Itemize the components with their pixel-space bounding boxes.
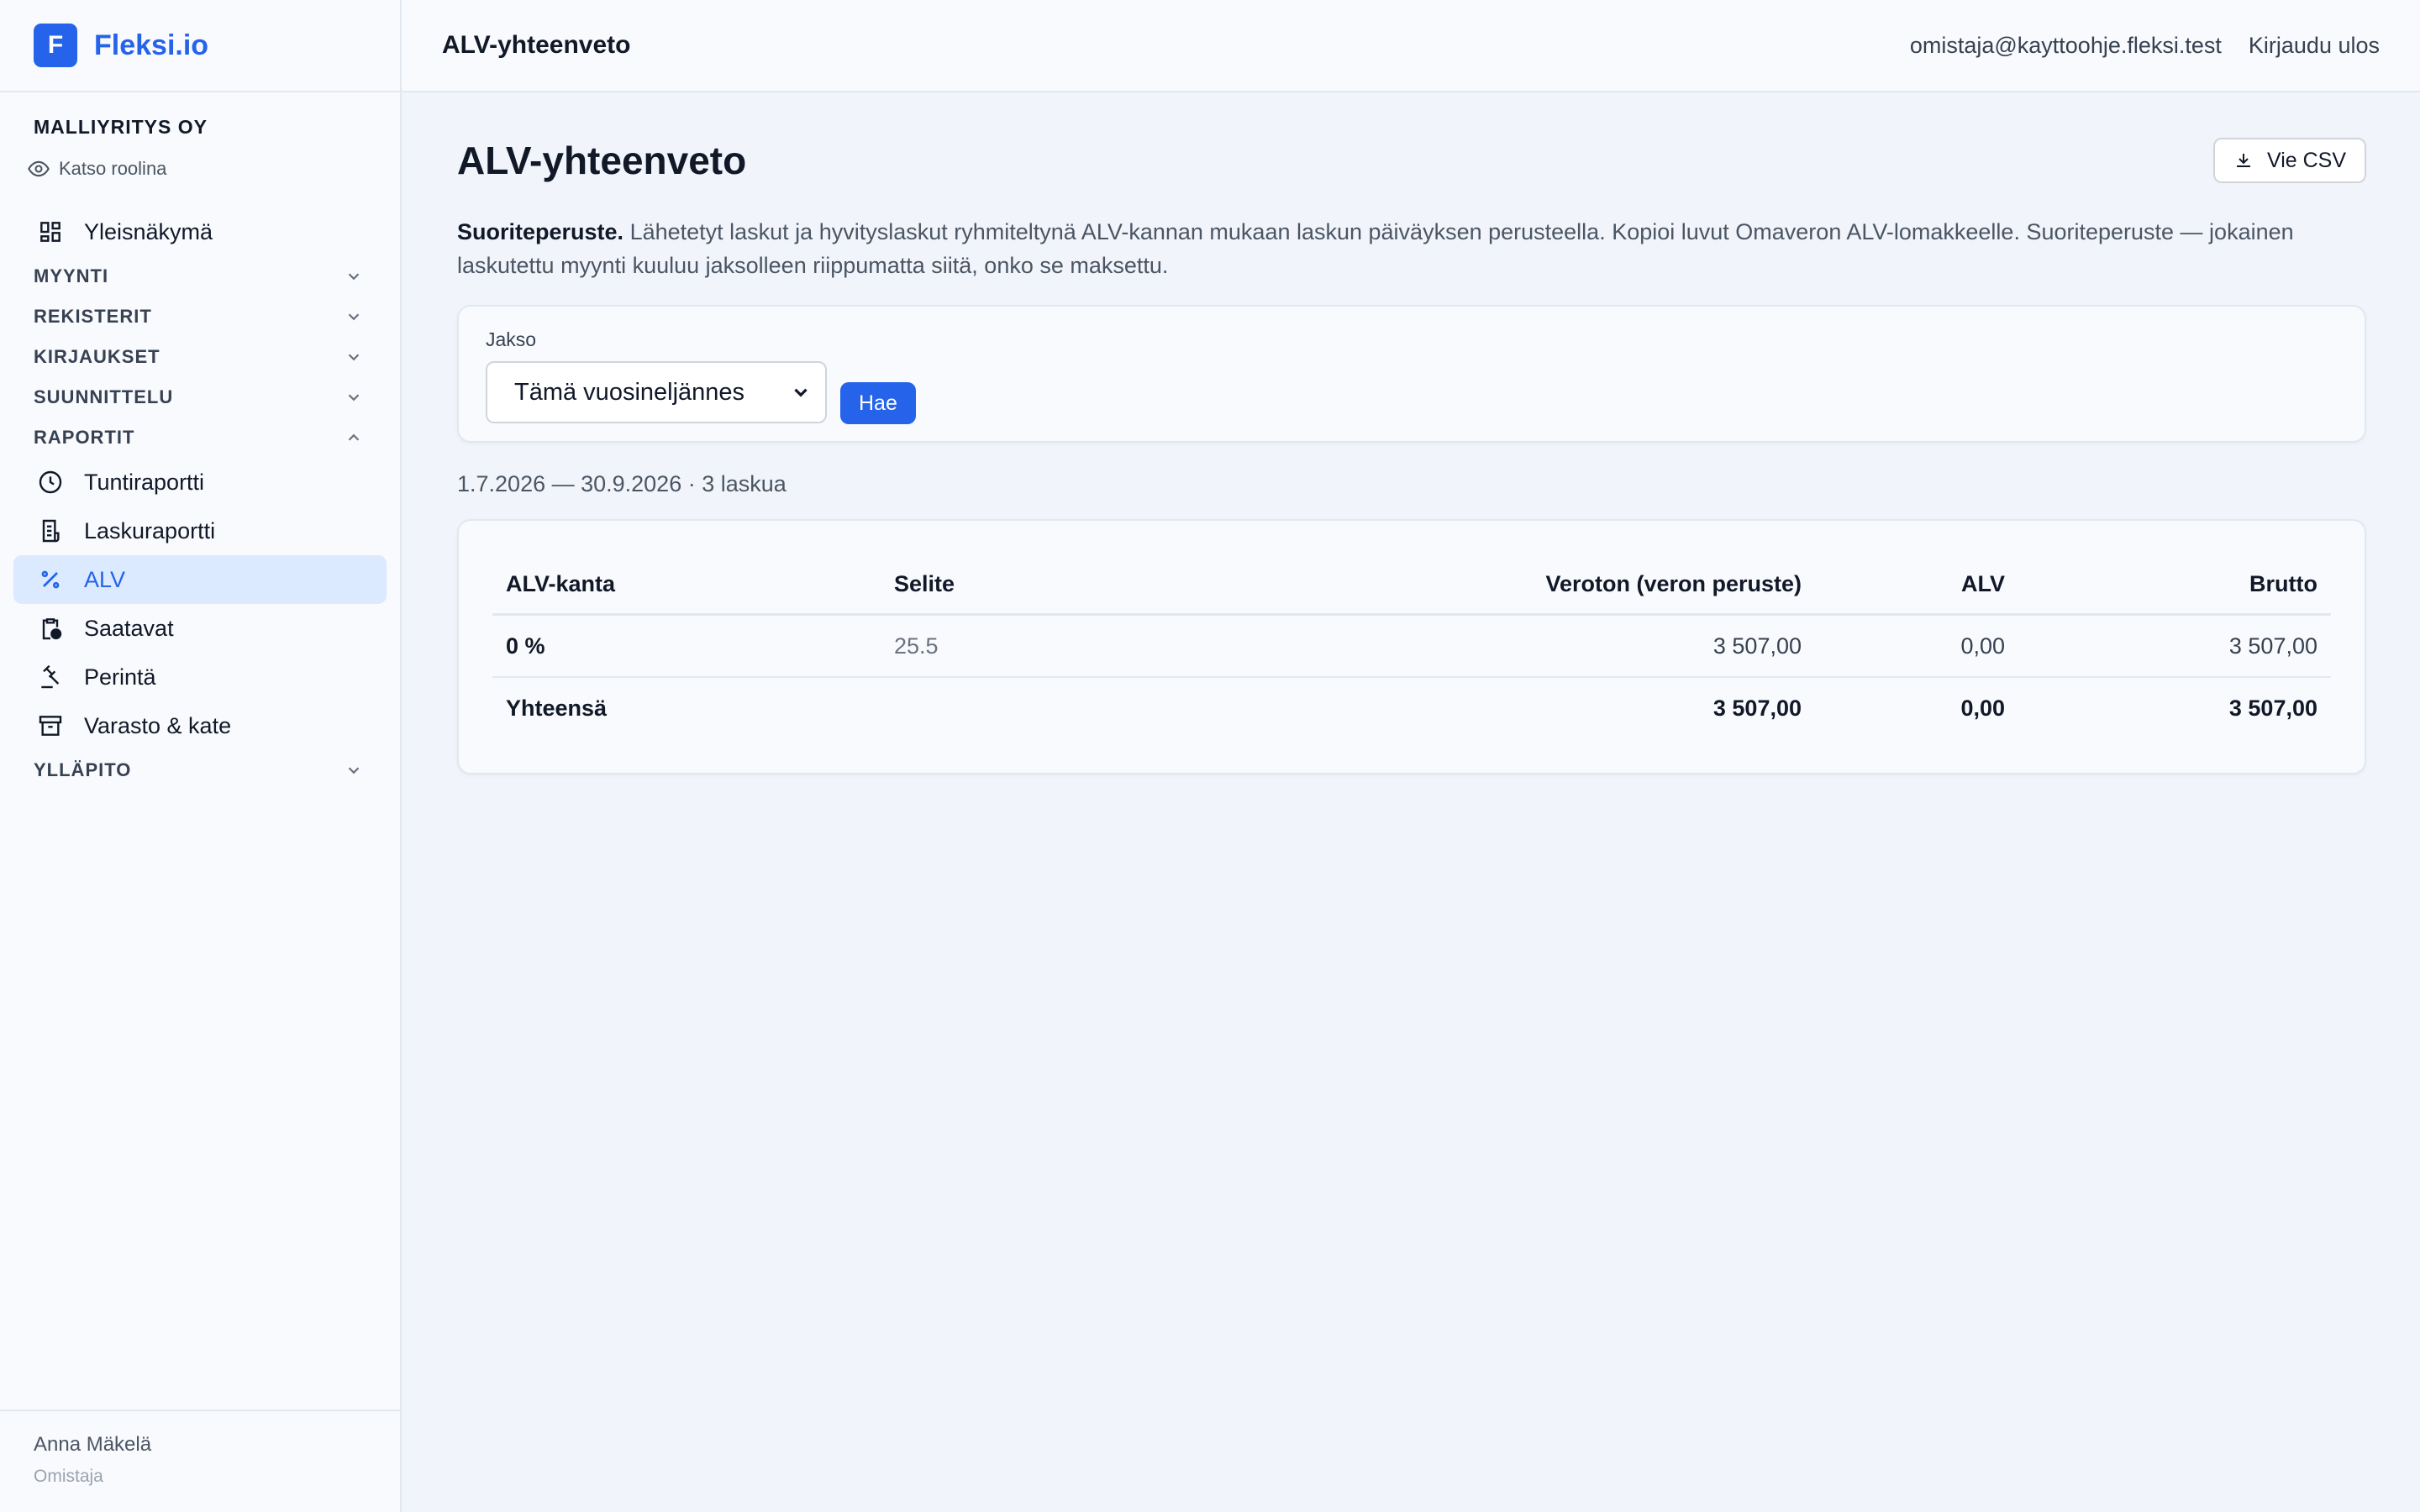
company-section: MALLIYRITYS OY Katso roolina xyxy=(0,92,400,181)
user-role: Omistaja xyxy=(34,1467,103,1486)
sidebar: F Fleksi.io MALLIYRITYS OY Katso roolina… xyxy=(0,0,402,1512)
brand-name: Fleksi.io xyxy=(94,29,209,61)
nav-group-reports[interactable]: RAPORTIT xyxy=(13,417,387,458)
nav-group-entries[interactable]: KIRJAUKSET xyxy=(13,337,387,377)
top-bar: ALV-yhteenveto omistaja@kayttoohje.fleks… xyxy=(402,0,2420,92)
page-header: ALV-yhteenveto Vie CSV xyxy=(457,138,2366,183)
sidebar-item-label: Saatavat xyxy=(84,615,174,641)
sidebar-item-label: ALV xyxy=(84,566,126,592)
chevron-down-icon xyxy=(794,388,808,397)
clock-icon xyxy=(39,470,62,494)
total-vat: 0,00 xyxy=(1960,695,2005,721)
table-header-row: ALV-kanta Selite Veroton (veron peruste)… xyxy=(492,554,2331,616)
sidebar-item-receivables[interactable]: Saatavat xyxy=(13,604,387,653)
dashboard-icon xyxy=(40,222,60,242)
nav-group-sales[interactable]: MYYNTI xyxy=(13,256,387,297)
user-panel: Anna Mäkelä Omistaja xyxy=(0,1410,400,1512)
column-header-description: Selite xyxy=(881,554,1102,616)
nav-group-label: KIRJAUKSET xyxy=(34,346,160,367)
sidebar-item-hour-report[interactable]: Tuntiraportti xyxy=(13,458,387,507)
column-header-vat: ALV xyxy=(1815,554,2018,616)
export-csv-button[interactable]: Vie CSV xyxy=(2212,138,2366,183)
cell-gross: 3 507,00 xyxy=(2018,614,2331,678)
period-select[interactable]: Tämä vuosineljännes xyxy=(486,361,827,423)
column-header-net: Veroton (veron peruste) xyxy=(1101,554,1815,616)
page-title: ALV-yhteenveto xyxy=(457,139,747,182)
filter-card: Jakso Tämä vuosineljännes Hae xyxy=(457,305,2366,443)
top-bar-account: omistaja@kayttoohje.fleksi.test Kirjaudu… xyxy=(1910,33,2380,59)
sidebar-item-label: Laskuraportti xyxy=(84,517,216,543)
nav-group-label: SUUNNITTELU xyxy=(34,386,174,407)
total-gross: 3 507,00 xyxy=(2228,695,2317,721)
sidebar-nav: Yleisnäkymä MYYNTI REKISTERIT KIRJAUKSET… xyxy=(0,207,400,790)
column-header-rate: ALV-kanta xyxy=(492,554,881,616)
chevron-down-icon xyxy=(348,273,360,281)
page-description: Suoriteperuste. Lähetetyt laskut ja hyvi… xyxy=(457,215,2366,282)
chevron-up-icon xyxy=(348,433,360,441)
brand-logo: F xyxy=(34,24,77,67)
period-summary: 1.7.2026 — 30.9.2026 · 3 laskua xyxy=(457,471,786,496)
view-as-role-link[interactable]: Katso roolina xyxy=(27,157,366,181)
column-header-gross: Brutto xyxy=(2018,554,2331,616)
nav-group-label: YLLÄPITO xyxy=(34,759,132,780)
vat-table-card: ALV-kanta Selite Veroton (veron peruste)… xyxy=(457,519,2366,774)
vat-summary-table: ALV-kanta Selite Veroton (veron peruste)… xyxy=(492,554,2331,738)
filter-row: Tämä vuosineljännes Hae xyxy=(486,361,2338,424)
export-csv-label: Vie CSV xyxy=(2266,148,2346,172)
table-total-row: Yhteensä 3 507,00 0,00 3 507,00 xyxy=(492,677,2331,738)
chevron-down-icon xyxy=(348,313,360,321)
cell-description: 25.5 xyxy=(881,614,1102,678)
fetch-button[interactable]: Hae xyxy=(840,382,916,424)
sidebar-item-inventory[interactable]: Varasto & kate xyxy=(13,701,387,750)
receipt-icon xyxy=(42,519,60,543)
top-bar-title: ALV-yhteenveto xyxy=(442,31,631,59)
nav-group-label: MYYNTI xyxy=(34,265,109,286)
period-label: Jakso xyxy=(486,328,537,350)
cell-net: 3 507,00 xyxy=(1101,614,1815,678)
sidebar-item-label: Varasto & kate xyxy=(84,712,232,738)
archive-icon xyxy=(39,716,62,736)
nav-group-maintenance[interactable]: YLLÄPITO xyxy=(13,750,387,790)
gavel-icon xyxy=(41,664,60,689)
company-name: MALLIYRITYS OY xyxy=(34,116,208,138)
description-bold: Suoriteperuste. xyxy=(457,219,624,244)
logout-link[interactable]: Kirjaudu ulos xyxy=(2249,33,2380,59)
clipboard-clock-icon xyxy=(42,618,62,640)
sidebar-item-collection[interactable]: Perintä xyxy=(13,653,387,701)
cell-vat: 0,00 xyxy=(1815,614,2018,678)
download-icon xyxy=(2236,154,2250,167)
nav-group-label: REKISTERIT xyxy=(34,306,152,327)
total-empty-cell xyxy=(881,677,1102,738)
sidebar-item-label: Perintä xyxy=(84,664,156,690)
nav-group-label: RAPORTIT xyxy=(34,427,135,448)
chevron-down-icon xyxy=(348,354,360,361)
eye-icon xyxy=(28,160,50,177)
total-label: Yhteensä xyxy=(506,695,608,721)
cell-rate: 0 % xyxy=(492,614,881,678)
view-as-role-label: Katso roolina xyxy=(59,158,167,179)
chevron-down-icon xyxy=(348,767,360,774)
brand[interactable]: F Fleksi.io xyxy=(0,0,400,92)
table-row: 0 % 25.5 3 507,00 0,00 3 507,00 xyxy=(492,614,2331,678)
sidebar-item-overview[interactable]: Yleisnäkymä xyxy=(13,207,387,256)
user-name: Anna Mäkelä xyxy=(34,1433,152,1456)
period-select-value: Tämä vuosineljännes xyxy=(514,378,745,406)
nav-group-planning[interactable]: SUUNNITTELU xyxy=(13,377,387,417)
main-content: ALV-yhteenveto Vie CSV Suoriteperuste. L… xyxy=(457,92,2366,774)
sidebar-item-invoice-report[interactable]: Laskuraportti xyxy=(13,507,387,555)
sidebar-item-vat[interactable]: ALV xyxy=(13,555,387,604)
sidebar-item-label: Tuntiraportti xyxy=(84,469,205,495)
user-email: omistaja@kayttoohje.fleksi.test xyxy=(1909,32,2222,58)
description-text: Lähetetyt laskut ja hyvityslaskut ryhmit… xyxy=(457,219,2294,278)
total-net: 3 507,00 xyxy=(1712,695,1802,721)
percent-icon xyxy=(41,570,60,589)
sidebar-item-label: Yleisnäkymä xyxy=(84,218,213,244)
chevron-down-icon xyxy=(348,394,360,402)
nav-group-registers[interactable]: REKISTERIT xyxy=(13,297,387,337)
